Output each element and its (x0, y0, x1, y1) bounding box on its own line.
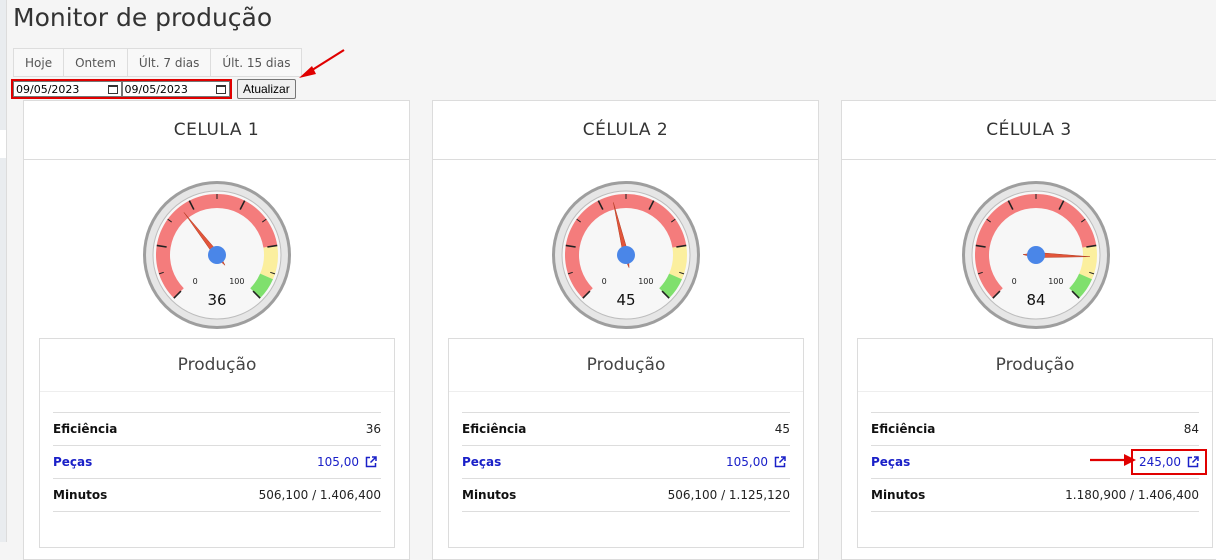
refresh-button[interactable]: Atualizar (237, 79, 296, 99)
minutes-label: Minutos (53, 488, 108, 502)
pieces-label: Peças (53, 455, 93, 469)
cell-card-1: CELULA 1 0 100 36 Produção Eficiência 36 Pe… (23, 100, 410, 560)
minutes-value: 1.180,900 / 1.406,400 (1065, 488, 1199, 502)
table-row: Peças 105,00 (53, 445, 381, 478)
table-row: Peças 245,00 (871, 445, 1207, 478)
efficiency-value: 36 (365, 422, 381, 436)
production-title: Produção (40, 339, 394, 392)
annotation-arrow-icon (299, 49, 345, 78)
sidebar-edge (0, 0, 7, 542)
calendar-icon[interactable] (216, 84, 226, 94)
date-from-input[interactable]: 09/05/2023 (13, 81, 122, 97)
gauge-min-label: 0 (192, 277, 197, 286)
cell-card-3: CÉLULA 3 0 100 84 Produção Eficiência 84 Pe… (841, 100, 1216, 560)
cell-title: CÉLULA 3 (842, 101, 1216, 160)
pieces-value: 245,00 (1139, 455, 1181, 469)
efficiency-label: Eficiência (871, 422, 936, 436)
cell-card-2: CÉLULA 2 0 100 45 Produção Eficiência 45 Pe… (432, 100, 819, 560)
table-row: Eficiência 84 (871, 412, 1199, 445)
efficiency-label: Eficiência (462, 422, 527, 436)
minutes-value: 506,100 / 1.406,400 (258, 488, 381, 502)
efficiency-gauge: 0 10036 (142, 181, 291, 329)
production-title: Produção (449, 339, 803, 392)
minutes-label: Minutos (871, 488, 926, 502)
production-table: Eficiência 36 Peças 105,00 Minutos 506,100 … (53, 412, 381, 512)
date-range-highlight: 09/05/2023 09/05/2023 (11, 79, 232, 99)
gauge-hub (207, 246, 226, 264)
external-link-icon[interactable] (365, 456, 377, 468)
pieces-label: Peças (871, 455, 911, 469)
external-link-icon[interactable] (774, 456, 786, 468)
minutes-label: Minutos (462, 488, 517, 502)
table-row: Minutos 506,100 / 1.406,400 (53, 478, 381, 512)
gauge-min-label: 0 (1011, 277, 1016, 286)
table-row: Peças 105,00 (462, 445, 790, 478)
production-panel: Produção Eficiência 84 Peças 245,00 Minuto… (857, 338, 1213, 548)
cell-title: CELULA 1 (24, 101, 409, 160)
external-link-icon[interactable] (1187, 456, 1199, 468)
production-table: Eficiência 45 Peças 105,00 Minutos 506,100 … (462, 412, 790, 512)
gauge-max-label: 100 (638, 277, 653, 286)
efficiency-gauge: 0 10045 (551, 181, 700, 329)
table-row: Eficiência 45 (462, 412, 790, 445)
quick-range-tabs: Hoje Ontem Últ. 7 dias Últ. 15 dias (13, 48, 303, 77)
gauge-container: 0 100 36 (24, 179, 409, 331)
pieces-value: 105,00 (317, 455, 359, 469)
efficiency-label: Eficiência (53, 422, 118, 436)
gauge-value: 45 (616, 291, 635, 309)
page-title: Monitor de produção (13, 3, 273, 32)
table-row: Eficiência 36 (53, 412, 381, 445)
calendar-icon[interactable] (107, 84, 118, 94)
pieces-link[interactable]: 245,00 (1131, 449, 1207, 475)
tab-last-7-days[interactable]: Últ. 7 dias (126, 48, 211, 77)
date-to-value: 09/05/2023 (124, 82, 188, 96)
gauge-max-label: 100 (229, 277, 244, 286)
pieces-link[interactable]: 105,00 (722, 453, 790, 471)
cell-title: CÉLULA 2 (433, 101, 818, 160)
minutes-value: 506,100 / 1.125,120 (667, 488, 790, 502)
gauge-value: 36 (207, 291, 226, 309)
tab-hoje[interactable]: Hoje (13, 48, 64, 77)
pieces-label: Peças (462, 455, 502, 469)
date-to-input[interactable]: 09/05/2023 (121, 81, 230, 97)
gauge-container: 0 100 45 (433, 179, 818, 331)
sidebar-stub (0, 130, 6, 158)
gauge-max-label: 100 (1048, 277, 1063, 286)
efficiency-value: 45 (774, 422, 790, 436)
pieces-value: 105,00 (726, 455, 768, 469)
production-panel: Produção Eficiência 36 Peças 105,00 Minuto… (39, 338, 395, 548)
pieces-link[interactable]: 105,00 (313, 453, 381, 471)
gauge-container: 0 100 84 (842, 179, 1216, 331)
gauge-min-label: 0 (601, 277, 606, 286)
efficiency-value: 84 (1183, 422, 1199, 436)
production-title: Produção (858, 339, 1212, 392)
gauge-hub (616, 246, 635, 264)
tab-ontem[interactable]: Ontem (63, 48, 127, 77)
date-from-value: 09/05/2023 (16, 82, 80, 96)
gauge-hub (1026, 246, 1045, 264)
production-panel: Produção Eficiência 45 Peças 105,00 Minuto… (448, 338, 804, 548)
date-filter-row: 09/05/2023 09/05/2023 Atualizar (11, 79, 296, 99)
table-row: Minutos 1.180,900 / 1.406,400 (871, 478, 1199, 512)
production-table: Eficiência 84 Peças 245,00 Minutos 1.180,90… (871, 412, 1207, 512)
efficiency-gauge: 0 10084 (961, 181, 1110, 329)
gauge-value: 84 (1026, 291, 1045, 309)
table-row: Minutos 506,100 / 1.125,120 (462, 478, 790, 512)
tab-last-15-days[interactable]: Últ. 15 dias (210, 48, 303, 77)
